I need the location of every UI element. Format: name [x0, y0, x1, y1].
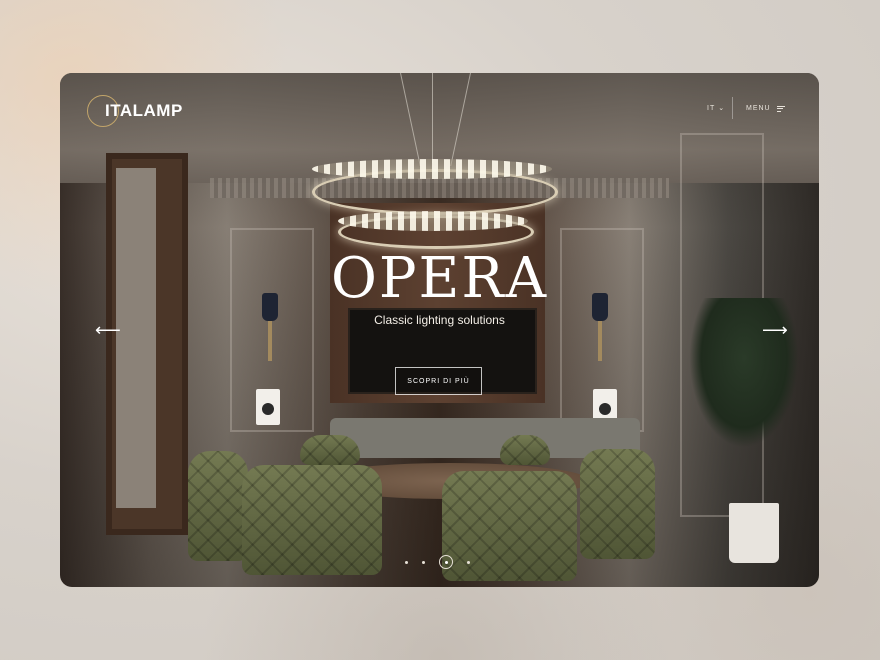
brand-logo[interactable]: ITALAMP	[87, 95, 183, 127]
hero-subtitle: Classic lighting solutions	[374, 313, 505, 327]
arrow-right-icon[interactable]: ⟶	[762, 321, 788, 339]
header-divider	[732, 97, 733, 119]
plant-pot	[729, 503, 779, 563]
menu-button[interactable]: MENU	[746, 104, 785, 113]
chevron-down-icon: ⌄	[718, 105, 726, 112]
menu-label: MENU	[746, 105, 771, 112]
arrow-left-icon[interactable]: ⟵	[95, 321, 121, 339]
chandelier-crystals	[312, 159, 552, 179]
discover-more-button[interactable]: SCOPRI DI PIÙ	[395, 367, 482, 395]
dining-chair	[300, 435, 360, 465]
dining-chair	[500, 435, 550, 465]
language-label: IT	[707, 104, 716, 112]
pagination-dot[interactable]	[405, 560, 408, 564]
dining-chair	[242, 465, 382, 575]
pagination-dot[interactable]	[422, 560, 425, 564]
chandelier-crystals	[338, 211, 528, 231]
doorway-interior	[116, 168, 156, 508]
hero-slide: ITALAMP IT ⌄ MENU OPERA Classic lighting…	[60, 73, 819, 587]
hero-title: OPERA	[330, 246, 549, 311]
brand-name: ITALAMP	[105, 101, 183, 120]
dining-chair	[188, 451, 248, 561]
chandelier-chain	[432, 73, 433, 163]
carousel-pagination	[405, 555, 470, 569]
pagination-dot[interactable]	[467, 560, 470, 564]
pagination-dot-active[interactable]	[439, 555, 453, 569]
language-selector[interactable]: IT ⌄	[707, 104, 726, 113]
dining-chair	[580, 449, 655, 559]
speaker-left	[256, 389, 280, 425]
hamburger-icon	[776, 104, 785, 113]
